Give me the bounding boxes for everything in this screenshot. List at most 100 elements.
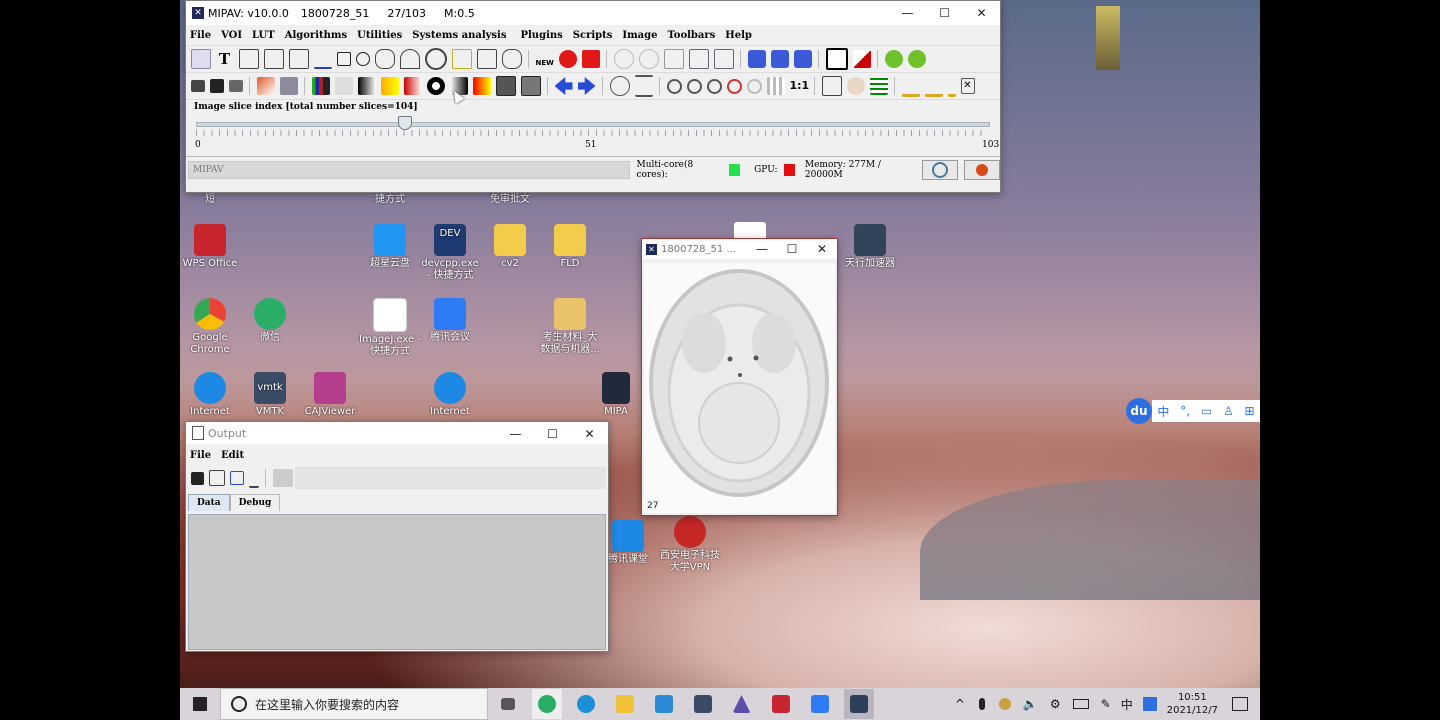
open-icon[interactable] [190, 80, 205, 92]
head-render-icon[interactable] [846, 77, 865, 95]
red-lut-icon[interactable] [403, 77, 422, 95]
desktop-icon-mipav[interactable]: MIPA [596, 372, 636, 418]
send-back-icon[interactable] [770, 50, 789, 68]
tab-debug[interactable]: Debug [229, 494, 281, 511]
ime-menu-icon[interactable]: ⊞ [1245, 404, 1255, 418]
output-menu-edit[interactable]: Edit [221, 450, 250, 461]
menu-systems-analysis[interactable]: Systems analysis [412, 30, 512, 41]
taskbar-task-view[interactable] [493, 689, 523, 719]
desktop-icon-tianxing[interactable]: 天行加速器 [838, 224, 902, 270]
ime-chinese-toggle[interactable]: 中 [1157, 403, 1169, 420]
black-white-icon[interactable] [825, 48, 848, 70]
quick-lut-icon[interactable] [495, 76, 516, 96]
save-icon[interactable] [209, 79, 224, 93]
taskbar-photos[interactable] [649, 689, 679, 719]
polygon-tool-icon[interactable] [374, 49, 395, 69]
baidu-ime-toolbar[interactable]: du 中 °, ▭ ♙ ⊞ [1126, 398, 1260, 424]
gray-lut-icon[interactable] [357, 77, 376, 95]
network-icon[interactable]: ⚙ [1050, 697, 1061, 711]
zoom-out-icon[interactable] [686, 78, 702, 94]
zoom-fit-icon[interactable] [746, 78, 762, 94]
ellipse-tool-icon[interactable] [355, 52, 370, 66]
zoom-region-icon[interactable] [706, 78, 722, 94]
dropper-icon[interactable] [924, 76, 943, 97]
tri-planar-icon[interactable] [821, 76, 842, 96]
desktop-icon-cajviewer[interactable]: CAJViewer [298, 372, 362, 418]
delete-voi-icon[interactable] [558, 50, 577, 68]
desktop-icon-chaoxing[interactable]: 超星云盘 [358, 224, 422, 270]
menu-image[interactable]: Image [622, 30, 663, 41]
cut-icon[interactable] [248, 468, 259, 488]
properties-icon[interactable] [884, 50, 903, 68]
rectangle-tool-icon[interactable] [336, 52, 351, 66]
desktop-icon-imagej[interactable]: ImageJ.exe - 快捷方式 [358, 298, 422, 358]
taskbar-wechat[interactable] [531, 689, 562, 719]
minimize-button[interactable]: — [497, 422, 534, 446]
tab-data[interactable]: Data [188, 494, 230, 511]
baidu-ime-icon[interactable] [1142, 697, 1157, 711]
bring-front-icon[interactable] [747, 50, 766, 68]
move-icon[interactable] [793, 50, 812, 68]
menu-algorithms[interactable]: Algorithms [285, 30, 353, 41]
protractor-icon[interactable] [313, 49, 332, 69]
output-text-area[interactable] [188, 514, 606, 650]
previous-slice-icon[interactable] [554, 77, 573, 95]
menu-toolbars[interactable]: Toolbars [667, 30, 721, 41]
volume-icon[interactable]: 🔈 [1023, 697, 1038, 711]
copy-icon[interactable] [229, 471, 244, 485]
fill-icon[interactable] [947, 76, 956, 97]
notification-icon[interactable] [1232, 697, 1248, 711]
ime-keyboard-icon[interactable]: ▭ [1201, 404, 1212, 418]
multi-point-icon[interactable] [263, 49, 284, 69]
desktop-icon-wps[interactable]: WPS Office [178, 224, 242, 270]
pen-icon[interactable]: ✎ [1101, 697, 1111, 711]
desktop-icon-chrome[interactable]: Google Chrome [178, 298, 242, 356]
debug-button[interactable] [963, 160, 1001, 180]
taskbar-edge[interactable] [571, 689, 601, 719]
redo-icon[interactable] [638, 49, 659, 69]
line-tool-icon[interactable] [288, 49, 309, 69]
lightbox-icon[interactable] [869, 77, 888, 95]
undo-icon[interactable] [613, 49, 634, 69]
maximize-button[interactable]: ☐ [777, 237, 807, 261]
header-icon[interactable] [279, 77, 298, 95]
paint-brush-icon[interactable] [901, 76, 920, 97]
output-menu-file[interactable]: File [190, 450, 217, 461]
image-window-titlebar[interactable]: ✕ 1800728_51 ... — ☐ ✕ [642, 239, 837, 259]
slice-slider-thumb[interactable] [397, 116, 412, 130]
desktop-icon-materials[interactable]: 考生材料_大数据与机器... [538, 298, 602, 356]
desktop-icon-tencent-meeting[interactable]: 腾讯会议 [418, 298, 482, 344]
minimize-button[interactable]: — [889, 1, 926, 25]
menu-voi[interactable]: VOI [221, 30, 248, 41]
pointer-icon[interactable] [190, 49, 211, 69]
desktop-icon-vmtk[interactable]: vmtk VMTK [238, 372, 302, 418]
desktop-icon-ie[interactable]: Internet [178, 372, 242, 418]
color-swap-icon[interactable] [852, 50, 871, 68]
taskbar-wps[interactable] [766, 689, 796, 719]
slice-slider-track[interactable] [196, 122, 990, 127]
ime-mode[interactable]: 中 [1121, 696, 1133, 713]
start-button[interactable] [180, 688, 220, 720]
microphone-icon[interactable] [978, 698, 985, 710]
mipav-titlebar[interactable]: ✕ MIPAV: v10.0.0 1800728_51 27/103 M:0.5… [186, 1, 1000, 25]
copy-voi-icon[interactable] [476, 49, 497, 69]
ime-punctuation-icon[interactable]: °, [1180, 404, 1190, 418]
clock[interactable]: 10:51 2021/12/7 [1167, 691, 1218, 717]
histogram-icon[interactable] [311, 77, 330, 95]
menu-utilities[interactable]: Utilities [357, 30, 408, 41]
output-titlebar[interactable]: Output — ☐ ✕ [186, 422, 608, 444]
text-tool-icon[interactable]: T [216, 50, 234, 68]
menu-file[interactable]: File [190, 30, 217, 41]
copy-all-icon[interactable] [208, 470, 225, 486]
taskbar-file-explorer[interactable] [610, 689, 640, 719]
levelset-icon[interactable] [424, 48, 447, 70]
paste-icon[interactable] [713, 49, 734, 69]
garbage-collect-button[interactable] [921, 160, 958, 180]
close-button[interactable]: ✕ [963, 1, 1000, 25]
ime-user-icon[interactable]: ♙ [1223, 404, 1234, 418]
desktop-icon-fld[interactable]: FLD [538, 224, 602, 270]
menu-plugins[interactable]: Plugins [520, 30, 568, 41]
point-tool-icon[interactable] [238, 49, 259, 69]
one-to-one-icon[interactable]: 1:1 [790, 77, 810, 95]
desktop-icon-xidian-vpn[interactable]: 西安电子科技大学VPN [658, 516, 722, 574]
